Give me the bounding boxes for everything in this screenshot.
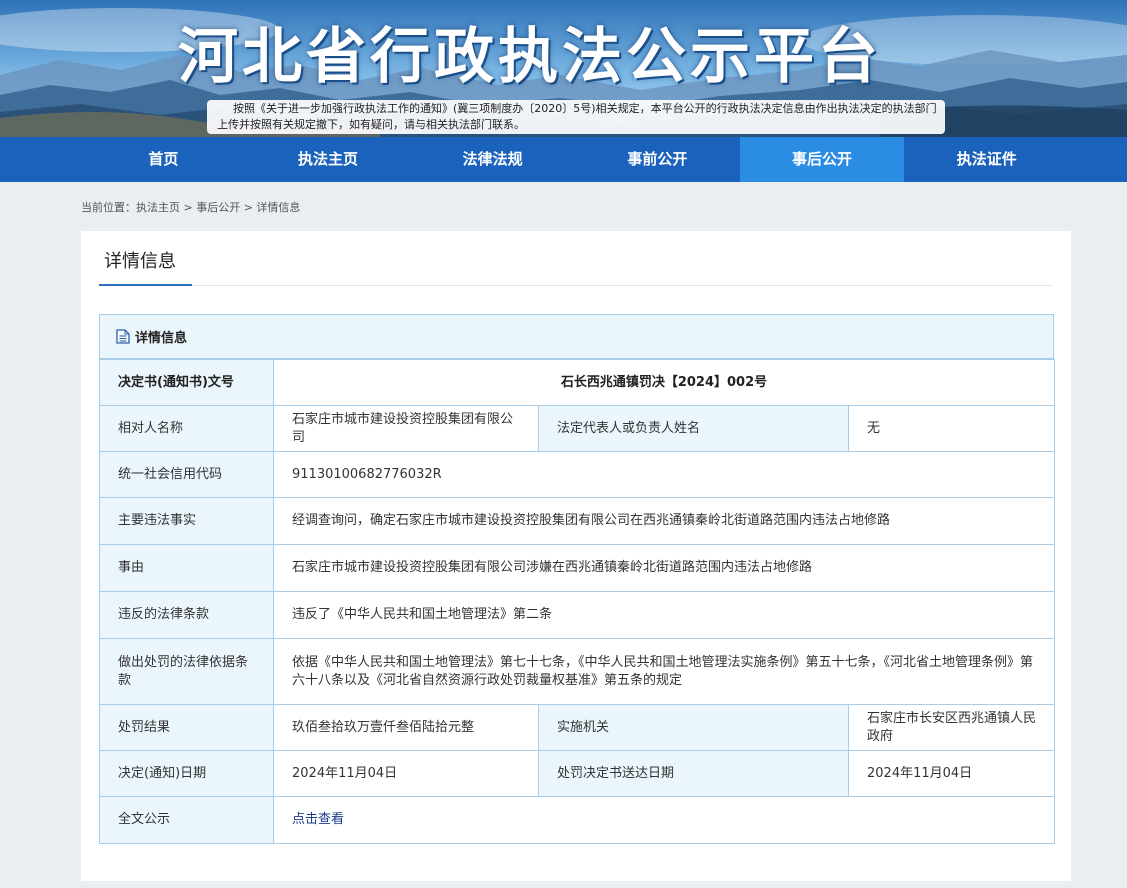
basis-label: 做出处罚的法律依据条款 bbox=[99, 638, 274, 705]
doc-no-value: 石长西兆通镇罚决【2024】002号 bbox=[273, 359, 1055, 406]
panel-header: 详情信息 bbox=[99, 314, 1054, 359]
fulltext-label: 全文公示 bbox=[99, 796, 274, 844]
table-row: 相对人名称 石家庄市城市建设投资控股集团有限公司 法定代表人或负责人姓名 无 bbox=[99, 405, 1055, 452]
nav-item[interactable]: 执法主页 bbox=[246, 137, 411, 182]
violated-value: 违反了《中华人民共和国土地管理法》第二条 bbox=[273, 591, 1055, 639]
notice-text: 按照《关于进一步加强行政执法工作的通知》(冀三项制度办〔2020〕5号)相关规定… bbox=[207, 100, 945, 134]
breadcrumb: 当前位置：执法主页 > 事后公开 > 详情信息 bbox=[81, 201, 301, 214]
card-title: 详情信息 bbox=[104, 251, 176, 272]
detail-card: 详情信息 详情信息 决定书(通知书)文号 石长西兆通镇罚决【2024】002号 … bbox=[81, 231, 1071, 881]
facts-value: 经调查询问，确定石家庄市城市建设投资控股集团有限公司在西兆通镇秦岭北街道路范围内… bbox=[273, 497, 1055, 545]
header-banner: 河北省行政执法公示平台 按照《关于进一步加强行政执法工作的通知》(冀三项制度办〔… bbox=[0, 0, 1127, 137]
facts-label: 主要违法事实 bbox=[99, 497, 274, 545]
view-fulltext-link[interactable]: 点击查看 bbox=[292, 812, 344, 827]
date-value: 2024年11月04日 bbox=[273, 750, 539, 797]
table-row: 事由 石家庄市城市建设投资控股集团有限公司涉嫌在西兆通镇秦岭北街道路范围内违法占… bbox=[99, 544, 1055, 592]
legal-rep-value: 无 bbox=[848, 405, 1055, 452]
nav-item[interactable]: 首页 bbox=[81, 137, 246, 182]
nav-items: 首页 执法主页 法律法规 事前公开 事后公开 执法证件 bbox=[81, 137, 1069, 182]
table-row: 做出处罚的法律依据条款 依据《中华人民共和国土地管理法》第七十七条，《中华人民共… bbox=[99, 638, 1055, 705]
credit-code-label: 统一社会信用代码 bbox=[99, 451, 274, 498]
cause-label: 事由 bbox=[99, 544, 274, 592]
served-label: 处罚决定书送达日期 bbox=[538, 750, 849, 797]
cause-value: 石家庄市城市建设投资控股集团有限公司涉嫌在西兆通镇秦岭北街道路范围内违法占地修路 bbox=[273, 544, 1055, 592]
table-row: 决定(通知)日期 2024年11月04日 处罚决定书送达日期 2024年11月0… bbox=[99, 750, 1055, 797]
nav-item[interactable]: 事后公开 bbox=[739, 137, 905, 182]
legal-rep-label: 法定代表人或负责人姓名 bbox=[538, 405, 849, 452]
detail-table: 决定书(通知书)文号 石长西兆通镇罚决【2024】002号 相对人名称 石家庄市… bbox=[99, 359, 1055, 844]
table-row: 全文公示 点击查看 bbox=[99, 796, 1055, 844]
document-icon bbox=[116, 329, 130, 344]
title-underline bbox=[99, 284, 192, 286]
site-title: 河北省行政执法公示平台 bbox=[178, 22, 882, 92]
basis-value: 依据《中华人民共和国土地管理法》第七十七条，《中华人民共和国土地管理法实施条例》… bbox=[273, 638, 1055, 705]
served-value: 2024年11月04日 bbox=[848, 750, 1055, 797]
fulltext-cell: 点击查看 bbox=[273, 796, 1055, 844]
table-row: 决定书(通知书)文号 石长西兆通镇罚决【2024】002号 bbox=[99, 359, 1055, 406]
date-label: 决定(通知)日期 bbox=[99, 750, 274, 797]
result-label: 处罚结果 bbox=[99, 704, 274, 751]
panel-title: 详情信息 bbox=[135, 331, 188, 346]
table-row: 统一社会信用代码 91130100682776032R bbox=[99, 451, 1055, 498]
main-nav: 首页 执法主页 法律法规 事前公开 事后公开 执法证件 bbox=[0, 137, 1127, 182]
agency-label: 实施机关 bbox=[538, 704, 849, 751]
credit-code-value: 91130100682776032R bbox=[273, 451, 1055, 498]
detail-panel: 详情信息 决定书(通知书)文号 石长西兆通镇罚决【2024】002号 相对人名称… bbox=[99, 314, 1055, 844]
doc-no-label: 决定书(通知书)文号 bbox=[99, 359, 274, 406]
nav-item[interactable]: 执法证件 bbox=[904, 137, 1069, 182]
nav-item[interactable]: 法律法规 bbox=[410, 137, 575, 182]
agency-value: 石家庄市长安区西兆通镇人民政府 bbox=[848, 704, 1055, 751]
table-row: 处罚结果 玖佰叁拾玖万壹仟叁佰陆拾元整 实施机关 石家庄市长安区西兆通镇人民政府 bbox=[99, 704, 1055, 751]
nav-item[interactable]: 事前公开 bbox=[575, 137, 740, 182]
table-row: 违反的法律条款 违反了《中华人民共和国土地管理法》第二条 bbox=[99, 591, 1055, 639]
result-value: 玖佰叁拾玖万壹仟叁佰陆拾元整 bbox=[273, 704, 539, 751]
violated-label: 违反的法律条款 bbox=[99, 591, 274, 639]
table-row: 主要违法事实 经调查询问，确定石家庄市城市建设投资控股集团有限公司在西兆通镇秦岭… bbox=[99, 497, 1055, 545]
party-label: 相对人名称 bbox=[99, 405, 274, 452]
party-value: 石家庄市城市建设投资控股集团有限公司 bbox=[273, 405, 539, 452]
title-divider bbox=[99, 285, 1053, 286]
